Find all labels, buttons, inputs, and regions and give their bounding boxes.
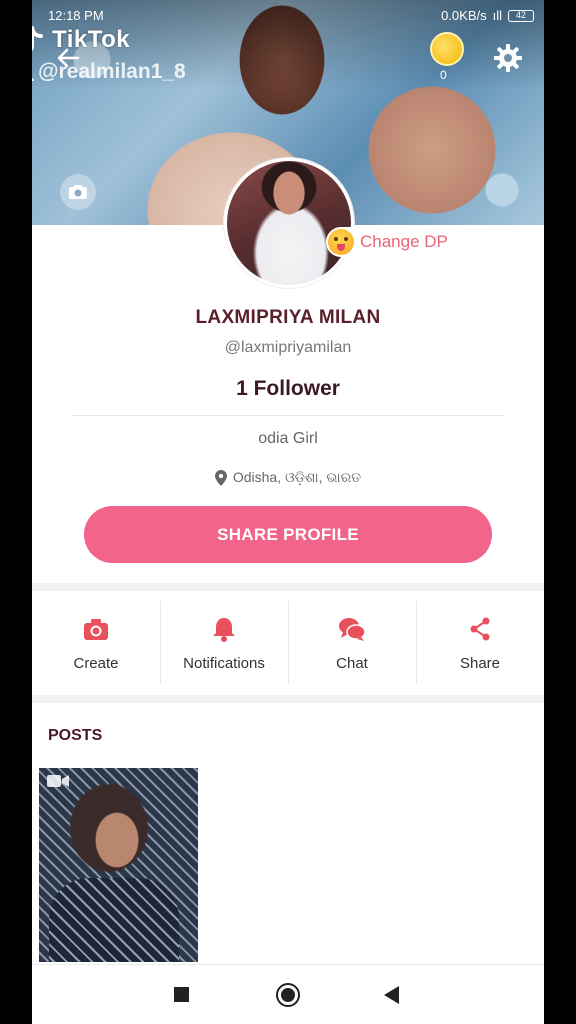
video-camera-icon bbox=[47, 775, 69, 787]
avatar[interactable] bbox=[224, 158, 354, 288]
share-button[interactable]: Share bbox=[416, 591, 544, 695]
battery-icon: 42 bbox=[508, 9, 534, 22]
create-button[interactable]: Create bbox=[32, 591, 160, 695]
chat-label: Chat bbox=[336, 654, 368, 672]
posts-section: POSTS bbox=[32, 703, 544, 965]
post-thumbnail-torso bbox=[49, 878, 179, 962]
coin-count: 0 bbox=[440, 68, 447, 82]
status-time: 12:18 PM bbox=[48, 8, 104, 23]
app-screen: 12:18 PM 0.0KB/s ıll 42 TikTok @realmila… bbox=[32, 0, 544, 1024]
profile-username: @laxmipriyamilan bbox=[224, 339, 352, 356]
profile-name: LAXMIPRIYA MILAN bbox=[195, 307, 381, 328]
share-label: Share bbox=[459, 654, 501, 672]
gear-icon[interactable] bbox=[492, 42, 524, 74]
tongue-emoji-icon bbox=[328, 229, 354, 255]
profile-bio: odia Girl bbox=[258, 430, 318, 447]
system-navbar bbox=[32, 964, 544, 1024]
post-thumbnail[interactable] bbox=[39, 768, 198, 962]
share-profile-button[interactable]: SHARE PROFILE bbox=[84, 506, 492, 563]
location-pin-icon bbox=[214, 469, 227, 486]
create-label: Create bbox=[73, 654, 119, 672]
status-indicators: 0.0KB/s ıll 42 bbox=[441, 8, 534, 23]
signal-icon: ıll bbox=[492, 8, 502, 23]
status-bar: 12:18 PM 0.0KB/s ıll 42 bbox=[48, 6, 544, 26]
cover-camera-button[interactable] bbox=[60, 174, 96, 210]
location-text: Odisha, ଓଡ଼ିଶା, ଭାରତ bbox=[232, 469, 362, 485]
recents-icon[interactable] bbox=[174, 987, 189, 1002]
bell-icon bbox=[213, 617, 235, 642]
network-speed: 0.0KB/s bbox=[441, 8, 487, 23]
tiktok-logo-icon bbox=[32, 26, 43, 52]
back-arrow-icon[interactable] bbox=[54, 44, 82, 72]
home-icon[interactable] bbox=[276, 983, 300, 1007]
notifications-button[interactable]: Notifications bbox=[160, 591, 288, 695]
action-bar: Create Notifications Chat Share bbox=[32, 591, 544, 695]
chat-bubbles-icon bbox=[339, 617, 366, 641]
share-icon bbox=[470, 617, 490, 640]
change-dp-button[interactable]: Change DP bbox=[326, 227, 454, 257]
user-icon bbox=[32, 78, 34, 81]
followers-count[interactable]: 1 Follower bbox=[32, 377, 544, 401]
back-triangle-icon[interactable] bbox=[384, 986, 399, 1004]
change-dp-label: Change DP bbox=[360, 232, 448, 251]
notifications-label: Notifications bbox=[183, 654, 265, 672]
chat-button[interactable]: Chat bbox=[288, 591, 416, 695]
divider bbox=[72, 415, 504, 416]
posts-title: POSTS bbox=[48, 727, 103, 744]
coins-icon[interactable] bbox=[430, 32, 464, 66]
camera-icon bbox=[84, 618, 108, 640]
profile-location: Odisha, ଓଡ଼ିଶା, ଭାରତ bbox=[32, 469, 544, 486]
camera-icon bbox=[69, 185, 87, 199]
